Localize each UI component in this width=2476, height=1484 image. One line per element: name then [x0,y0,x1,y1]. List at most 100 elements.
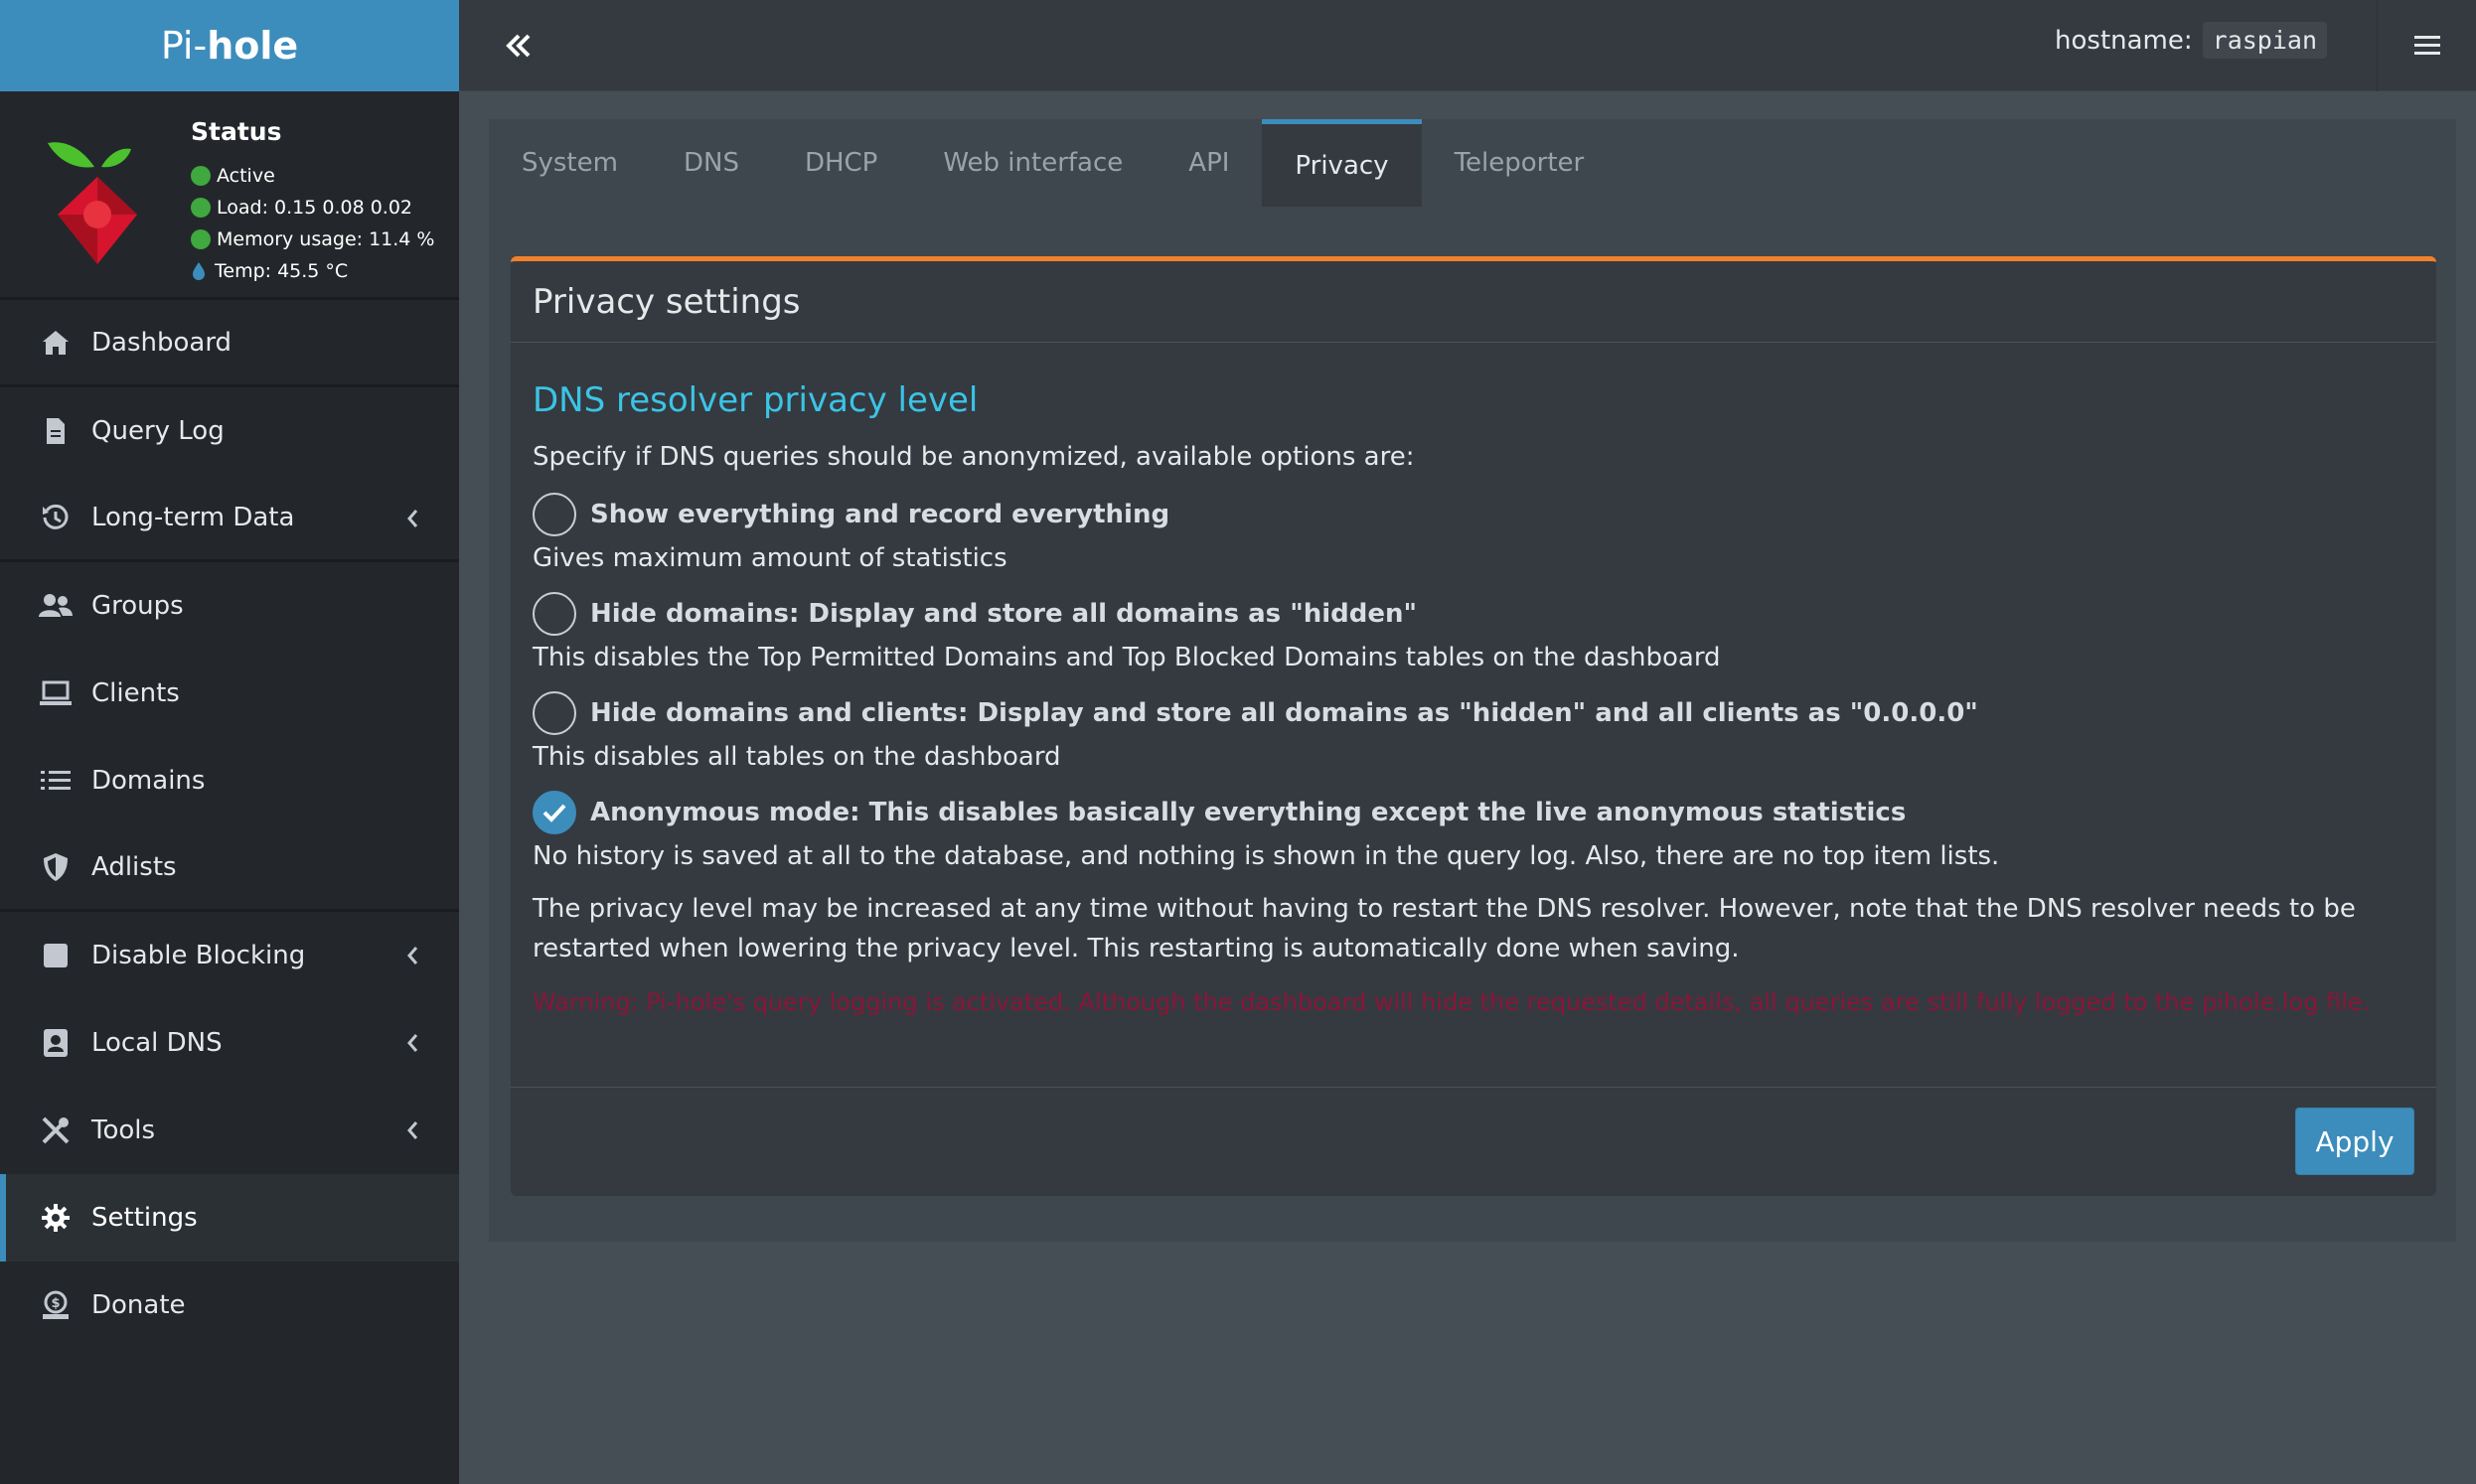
hostname-value: raspian [2202,22,2327,59]
tab-privacy[interactable]: Privacy [1262,119,1422,207]
card-footer: Apply [511,1087,2436,1196]
sidebar-item-label: Adlists [91,851,177,882]
status-panel: Status Active Load: 0.15 0.08 0.02 Memor… [0,91,459,300]
option-description: No history is saved at all to the databa… [533,841,2000,871]
file-icon [38,413,74,449]
sidebar-item-local-dns[interactable]: Local DNS [0,999,459,1087]
card-title: Privacy settings [511,261,2436,343]
sidebar-item-label: Local DNS [91,1028,223,1058]
chevron-left-icon [407,1121,418,1139]
sidebar: Pi-hole Status Active Load: 0.15 0.08 0.… [0,0,459,1484]
status-load-text: Load: 0.15 0.08 0.02 [217,197,413,219]
status-temp-text: Temp: 45.5 °C [215,260,349,282]
status-temp: Temp: 45.5 °C [191,255,434,287]
chevron-left-icon [407,510,418,527]
radio-button[interactable] [533,592,576,636]
status-title: Status [191,117,282,146]
status-memory-text: Memory usage: 11.4 % [217,228,435,250]
option-label: Show everything and record everything [590,500,1170,529]
radio-button[interactable] [533,691,576,735]
sidebar-item-label: Query Log [91,416,225,446]
sidebar-item-dashboard[interactable]: Dashboard [0,300,459,387]
intro-text: Specify if DNS queries should be anonymi… [533,442,1415,472]
option-label: Hide domains: Display and store all doma… [590,599,1418,629]
stop-icon [38,938,74,973]
sidebar-item-label: Tools [91,1115,156,1145]
status-block: Status Active Load: 0.15 0.08 0.02 Memor… [191,115,434,297]
sidebar-item-settings[interactable]: Settings [0,1174,459,1261]
pihole-logo-icon [40,115,159,284]
checkmark-icon [542,804,566,822]
donate-icon: $ [38,1287,74,1323]
apply-button[interactable]: Apply [2295,1108,2414,1175]
main-content: System DNS DHCP Web interface API Privac… [459,91,2476,1484]
sidebar-item-adlists[interactable]: Adlists [0,824,459,912]
tab-dhcp[interactable]: DHCP [772,119,910,207]
tab-dns[interactable]: DNS [651,119,772,207]
radio-button-checked[interactable] [533,791,576,834]
hostname-label: hostname: [2055,25,2193,56]
collapse-sidebar-button[interactable] [499,26,539,66]
privacy-option-0: Show everything and record everything Gi… [533,492,2414,573]
load-dot-icon [191,198,211,218]
privacy-settings-card: Privacy settings DNS resolver privacy le… [511,256,2436,1196]
home-icon [38,325,74,361]
privacy-option-row[interactable]: Show everything and record everything [533,492,2414,537]
gear-icon [38,1200,74,1236]
shield-icon [38,849,74,885]
tab-web-interface[interactable]: Web interface [910,119,1156,207]
settings-tabs: System DNS DHCP Web interface API Privac… [489,119,2456,1242]
brand-name: hole [207,24,299,68]
option-description: Gives maximum amount of statistics [533,543,1007,573]
brand-logo[interactable]: Pi-hole [0,0,459,91]
sidebar-item-tools[interactable]: Tools [0,1087,459,1174]
list-icon [38,763,74,799]
tab-system[interactable]: System [489,119,651,207]
chevron-left-icon [407,947,418,965]
radio-button[interactable] [533,493,576,536]
menu-toggle-button[interactable] [2377,0,2476,91]
option-description: This disables all tables on the dashboar… [533,742,1061,772]
card-body: DNS resolver privacy level Specify if DN… [511,343,2436,1016]
temperature-drop-icon [193,262,205,280]
section-title: DNS resolver privacy level [533,380,979,420]
status-dot-icon [191,166,211,186]
status-load: Load: 0.15 0.08 0.02 [191,192,434,223]
option-description: This disables the Top Permitted Domains … [533,643,1721,672]
sidebar-item-label: Long-term Data [91,502,295,532]
chevron-left-icon [407,1034,418,1052]
memory-dot-icon [191,229,211,249]
svg-text:$: $ [51,1296,60,1311]
sidebar-item-label: Donate [91,1290,186,1320]
sidebar-item-domains[interactable]: Domains [0,737,459,824]
double-chevron-left-icon [506,34,531,58]
privacy-option-2: Hide domains and clients: Display and st… [533,690,2414,772]
sidebar-item-label: Clients [91,678,180,708]
tab-teleporter[interactable]: Teleporter [1422,119,1618,207]
sidebar-item-groups[interactable]: Groups [0,562,459,650]
privacy-option-3: Anonymous mode: This disables basically … [533,790,2414,871]
option-label: Hide domains and clients: Display and st… [590,698,1978,728]
sidebar-item-query-log[interactable]: Query Log [0,387,459,475]
top-bar: hostname: raspian [459,0,2476,91]
query-logging-warning: Warning: Pi-hole's query logging is acti… [533,988,2371,1016]
sidebar-item-long-term-data[interactable]: Long-term Data [0,475,459,562]
sidebar-item-label: Domains [91,766,206,796]
address-book-icon [38,1025,74,1061]
status-active: Active [191,160,434,192]
sidebar-item-disable-blocking[interactable]: Disable Blocking [0,912,459,999]
laptop-icon [38,675,74,711]
privacy-note: The privacy level may be increased at an… [533,894,2356,964]
privacy-option-row[interactable]: Anonymous mode: This disables basically … [533,790,2414,835]
option-label: Anonymous mode: This disables basically … [590,798,1907,827]
hamburger-menu-icon [2413,36,2440,55]
privacy-option-row[interactable]: Hide domains and clients: Display and st… [533,690,2414,736]
sidebar-item-clients[interactable]: Clients [0,650,459,737]
status-active-text: Active [217,165,275,187]
tab-bar: System DNS DHCP Web interface API Privac… [489,119,2456,207]
privacy-option-row[interactable]: Hide domains: Display and store all doma… [533,591,2414,637]
sidebar-item-donate[interactable]: $ Donate [0,1261,459,1349]
hostname-display: hostname: raspian [2055,22,2327,59]
tab-api[interactable]: API [1156,119,1262,207]
sidebar-nav: Dashboard Query Log Long-term Data Group… [0,300,459,1349]
